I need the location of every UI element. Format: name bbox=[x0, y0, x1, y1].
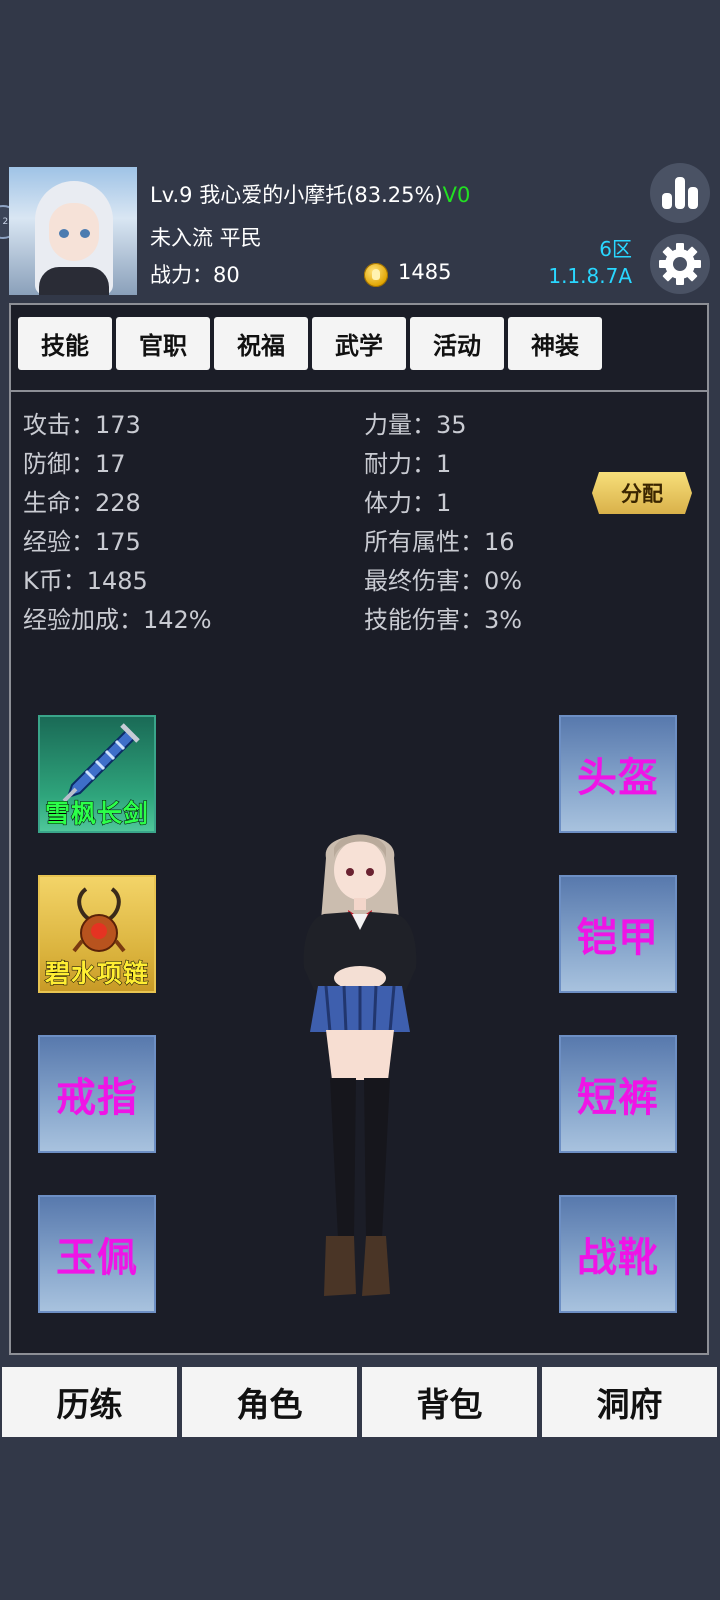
vip-level: V0 bbox=[442, 183, 471, 207]
nav-backpack[interactable]: 背包 bbox=[362, 1367, 537, 1437]
assign-points-button[interactable]: 分配 bbox=[592, 472, 692, 514]
combat-power: 战力：80 bbox=[150, 263, 240, 287]
stat-strength: 力量：35 bbox=[364, 411, 467, 439]
equip-necklace-name: 碧水项链 bbox=[44, 959, 149, 989]
player-rank-title: 未入流 平民 bbox=[150, 226, 262, 250]
stat-stamina: 体力：1 bbox=[364, 489, 452, 517]
equip-slot-ring[interactable]: 戒指 bbox=[38, 1035, 156, 1153]
coin-amount: 1485 bbox=[398, 260, 452, 284]
necklace-icon bbox=[72, 887, 126, 953]
stat-all-attributes: 所有属性：16 bbox=[364, 528, 515, 556]
equip-slot-shorts[interactable]: 短裤 bbox=[559, 1035, 677, 1153]
stat-defense: 防御：17 bbox=[23, 450, 126, 478]
equip-slot-helmet[interactable]: 头盔 bbox=[559, 715, 677, 833]
stat-exp-bonus: 经验加成：142% bbox=[23, 606, 212, 634]
stat-attack: 攻击：173 bbox=[23, 411, 141, 439]
equip-slot-boots[interactable]: 战靴 bbox=[559, 1195, 677, 1313]
equip-slot-armor[interactable]: 铠甲 bbox=[559, 875, 677, 993]
stat-hp: 生命：228 bbox=[23, 489, 141, 517]
player-avatar[interactable] bbox=[9, 167, 137, 295]
coin-icon bbox=[364, 263, 388, 287]
stat-k-coin: K币：1485 bbox=[23, 567, 148, 595]
server-label: 6区 bbox=[599, 237, 632, 261]
tab-office[interactable]: 官职 bbox=[116, 317, 210, 370]
stat-endurance: 耐力：1 bbox=[364, 450, 452, 478]
nav-cave-dwelling[interactable]: 洞府 bbox=[542, 1367, 717, 1437]
gear-icon bbox=[659, 243, 701, 285]
nav-training[interactable]: 历练 bbox=[2, 1367, 177, 1437]
equip-slot-necklace[interactable]: 碧水项链 bbox=[38, 875, 156, 993]
stat-exp: 经验：175 bbox=[23, 528, 141, 556]
stat-skill-damage: 技能伤害：3% bbox=[364, 606, 523, 634]
tab-skills[interactable]: 技能 bbox=[18, 317, 112, 370]
tab-blessing[interactable]: 祝福 bbox=[214, 317, 308, 370]
tab-divine-gear[interactable]: 神装 bbox=[508, 317, 602, 370]
tabs-divider bbox=[9, 390, 709, 392]
equip-slot-jade[interactable]: 玉佩 bbox=[38, 1195, 156, 1313]
ranking-button[interactable] bbox=[650, 163, 710, 223]
bar-chart-icon bbox=[662, 177, 698, 209]
equip-slot-weapon[interactable]: 雪枫长剑 bbox=[38, 715, 156, 833]
version-label: 1.1.8.7A bbox=[548, 264, 632, 288]
level-name-text: Lv.9 我心爱的小摩托(83.25%) bbox=[150, 183, 443, 207]
player-level-name: Lv.9 我心爱的小摩托(83.25%)V0 bbox=[150, 179, 470, 209]
nav-character[interactable]: 角色 bbox=[182, 1367, 357, 1437]
tab-events[interactable]: 活动 bbox=[410, 317, 504, 370]
stat-final-damage: 最终伤害：0% bbox=[364, 567, 523, 595]
character-model bbox=[303, 834, 417, 1296]
tab-martial-arts[interactable]: 武学 bbox=[312, 317, 406, 370]
sword-icon bbox=[62, 723, 140, 801]
settings-button[interactable] bbox=[650, 234, 710, 294]
